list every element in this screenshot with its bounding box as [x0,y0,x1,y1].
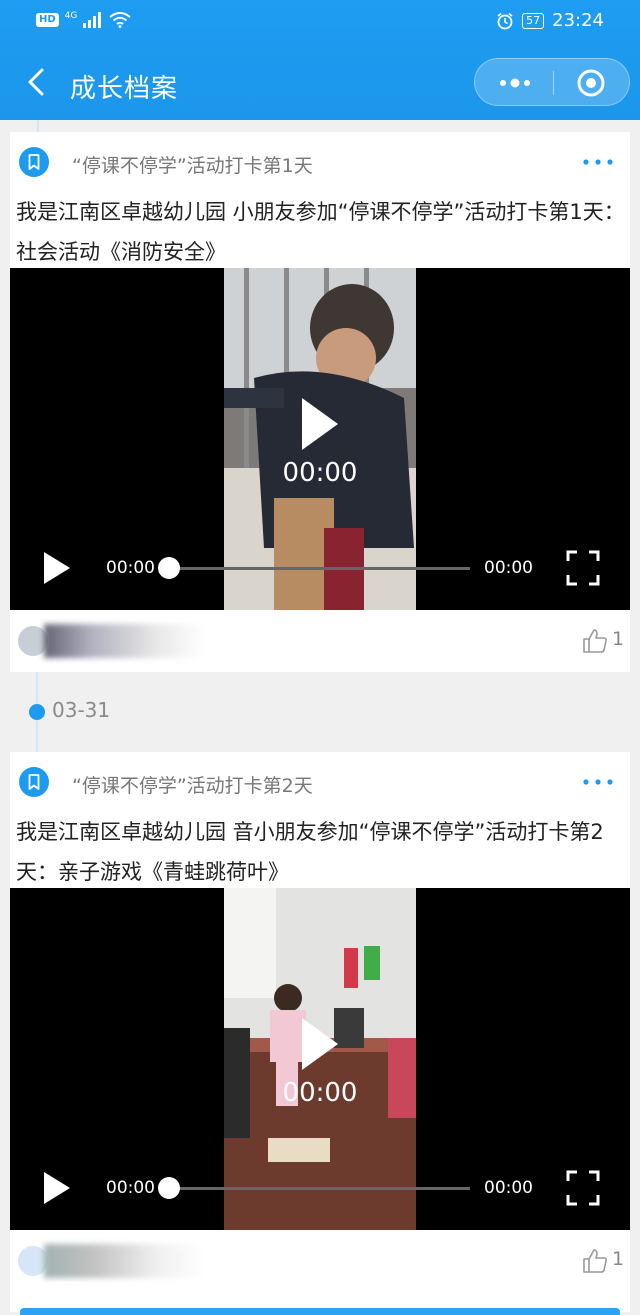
like-thumb-icon[interactable] [582,628,608,654]
status-bar: HD 4G 57 23:24 [0,0,640,44]
post-description: 我是江南区卓越幼儿园 音小朋友参加“停课不停学”活动打卡第2天：亲子游戏《青蛙跳… [16,820,604,884]
activity-header: “停课不停学”活动打卡第2天 [18,766,618,800]
more-options-icon[interactable] [580,772,616,792]
activity-header: “停课不停学”活动打卡第1天 [18,146,618,180]
activity-title: “停课不停学”活动打卡第1天 [72,155,313,177]
post-card: “停课不停学”活动打卡第2天 我是江南区卓越幼儿园 音小朋友参加“停课不停学”活… [10,752,630,1312]
play-overlay-icon[interactable] [300,396,340,452]
author-name-redacted [44,624,204,658]
play-button[interactable] [42,1170,72,1206]
video-player[interactable]: 00:00 00:00 00:00 [10,268,630,610]
duration: 00:00 [484,1178,533,1198]
close-target-icon[interactable] [575,67,607,99]
capsule-divider [553,71,554,95]
fullscreen-icon[interactable] [566,550,600,586]
post-description: 我是江南区卓越幼儿园 小朋友参加“停课不停学”活动打卡第1天：社会活动《消防安全… [16,200,625,264]
current-time: 00:00 [106,558,155,578]
timeline-date: 03-31 [0,696,640,726]
progress-knob[interactable] [158,1177,180,1199]
fullscreen-icon[interactable] [566,1170,600,1206]
mini-program-capsule [474,58,630,106]
post-card: “停课不停学”活动打卡第1天 我是江南区卓越幼儿园 小朋友参加“停课不停学”活动… [10,132,630,672]
like-count: 1 [612,628,625,650]
like-thumb-icon[interactable] [582,1248,608,1274]
timeline-line-top [37,120,39,132]
video-center-time: 00:00 [282,1078,358,1108]
status-left: HD 4G [36,11,131,28]
author-row: 1 [10,1242,630,1282]
clock: 23:24 [552,10,604,31]
author-name-redacted [44,1244,204,1278]
like-count: 1 [612,1248,625,1270]
next-card-edge [20,1308,620,1315]
alarm-icon [497,12,513,29]
video-player[interactable]: 00:00 00:00 00:00 [10,888,630,1230]
hd-badge: HD [36,13,59,27]
progress-track[interactable] [168,1187,470,1190]
network-type: 4G [64,11,78,21]
nav-bar: 成长档案 [0,48,640,118]
more-menu-icon[interactable] [493,69,537,97]
progress-track[interactable] [168,567,470,570]
bookmark-icon [19,767,49,797]
current-time: 00:00 [106,1178,155,1198]
page-title: 成长档案 [70,74,179,104]
app-header: HD 4G 57 23:24 成长档案 [0,0,640,120]
wifi-icon [109,12,131,28]
back-arrow-icon[interactable] [22,64,50,100]
signal-icon [83,12,102,28]
status-right: 57 23:24 [496,10,604,31]
duration: 00:00 [484,558,533,578]
video-center-time: 00:00 [282,458,358,488]
timeline-dot [29,704,45,720]
activity-title: “停课不停学”活动打卡第2天 [72,775,313,797]
battery-indicator: 57 [522,12,545,29]
author-row: 1 [10,622,630,662]
play-overlay-icon[interactable] [300,1016,340,1072]
date-label: 03-31 [52,698,111,722]
more-options-icon[interactable] [580,152,616,172]
bookmark-icon [19,147,49,177]
progress-knob[interactable] [158,557,180,579]
play-button[interactable] [42,550,72,586]
